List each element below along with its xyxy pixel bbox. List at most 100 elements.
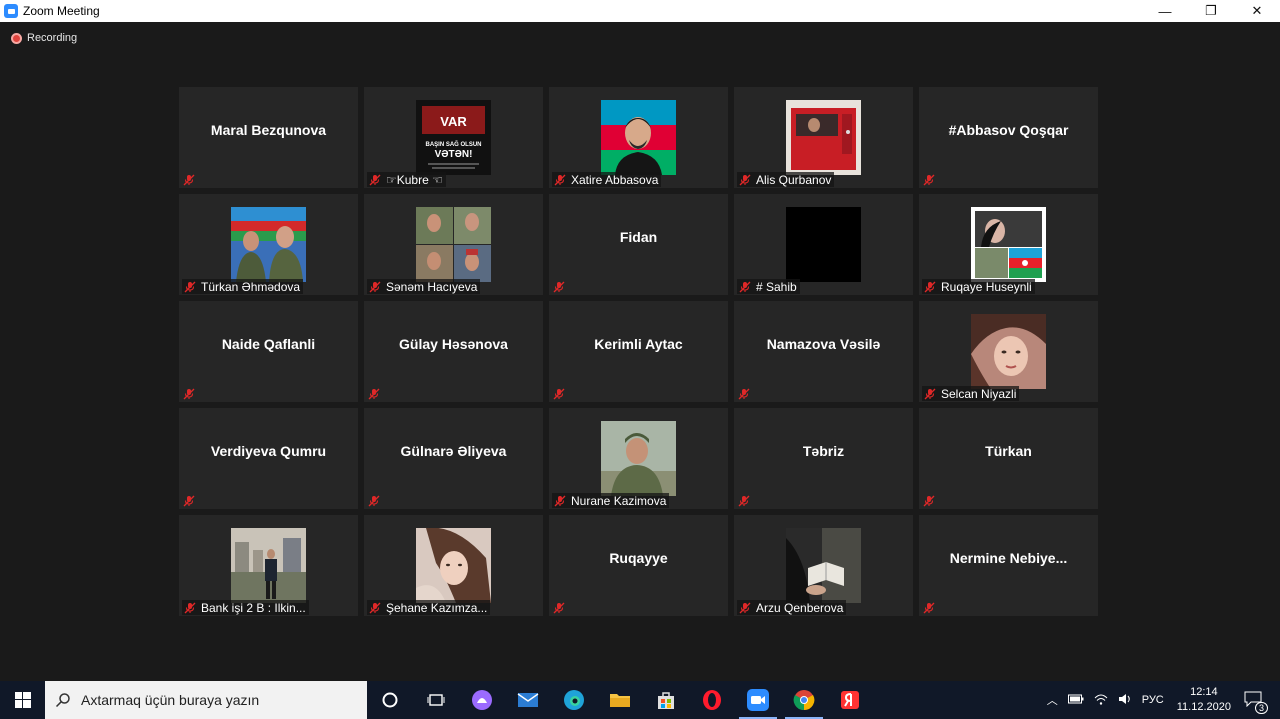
taskbar-app-store[interactable] [643, 681, 689, 719]
participant-tile[interactable]: Alis Qurbanov [734, 87, 913, 188]
portrait-flag-icon [971, 207, 1046, 282]
participant-tile[interactable]: VAR BAŞIN SAĞ OLSUN VƏTƏN! ☞Kubre ☜ [364, 87, 543, 188]
recording-label: Recording [27, 32, 78, 44]
show-hidden-icons-chevron-icon[interactable]: ︿ [1047, 692, 1058, 708]
notification-count-badge: 3 [1254, 701, 1268, 714]
taskbar-app-zoom[interactable] [735, 681, 781, 719]
participant-tile[interactable]: Təbriz [734, 408, 913, 509]
close-button[interactable]: ✕ [1234, 0, 1280, 22]
muted-mic-icon [369, 281, 381, 293]
participant-tile[interactable]: Nermine Nebiye... [919, 515, 1098, 616]
taskbar-app-explorer[interactable] [597, 681, 643, 719]
man-city-icon [231, 528, 306, 603]
recording-indicator[interactable]: Recording [11, 32, 77, 44]
search-placeholder: Axtarmaq üçün buraya yazın [81, 692, 260, 708]
window-controls: — ❐ ✕ [1142, 0, 1280, 22]
participant-tile[interactable]: Maral Bezqunova [179, 87, 358, 188]
opera-browser-icon [703, 690, 721, 710]
chrome-browser-icon [793, 690, 815, 711]
participant-name: Kerimli Aytac [594, 335, 683, 352]
participant-tile[interactable]: Ruqayye [549, 515, 728, 616]
taskbar-app-chrome[interactable] [781, 681, 827, 719]
task-view-button[interactable] [413, 681, 459, 719]
volume-icon[interactable] [1118, 693, 1132, 708]
muted-mic-icon [923, 601, 935, 614]
soldier-portrait-icon [601, 421, 676, 496]
black-video-icon [786, 207, 861, 282]
red-car-icon [786, 100, 861, 175]
poster-icon: VAR BAŞIN SAĞ OLSUN VƏTƏN! [416, 100, 491, 175]
participant-tile[interactable]: Naide Qaflanli [179, 301, 358, 402]
participant-tile[interactable]: Namazova Vəsilə [734, 301, 913, 402]
muted-mic-icon [553, 280, 565, 293]
participant-label: Xatire Abbasova [552, 172, 662, 187]
taskbar-search-box[interactable]: Axtarmaq üçün buraya yazın [45, 681, 367, 719]
cortana-button[interactable] [367, 681, 413, 719]
participant-tile[interactable]: Gülnarə Əliyeva [364, 408, 543, 509]
taskbar-app-opera[interactable] [689, 681, 735, 719]
yandex-browser-icon [841, 691, 859, 709]
windows-taskbar: Axtarmaq üçün buraya yazın ︿ РУС 12:14 1… [0, 681, 1280, 719]
minimize-button[interactable]: — [1142, 0, 1188, 22]
participant-tile[interactable]: Türkan [919, 408, 1098, 509]
participant-label: Nurane Kazimova [552, 493, 670, 508]
muted-mic-icon [369, 174, 381, 186]
search-icon [55, 693, 70, 708]
input-language[interactable]: РУС [1142, 694, 1164, 706]
participant-tile[interactable]: #Abbasov Qoşqar [919, 87, 1098, 188]
window-title: Zoom Meeting [23, 4, 100, 18]
muted-mic-icon [368, 494, 380, 507]
taskbar-app-yandex[interactable] [827, 681, 873, 719]
participant-tile[interactable]: Arzu Qenberova [734, 515, 913, 616]
participant-tile[interactable]: Xatire Abbasova [549, 87, 728, 188]
participant-name: Selcan Niyazli [941, 386, 1017, 401]
window-titlebar: Zoom Meeting — ❐ ✕ [0, 0, 1280, 22]
participant-tile[interactable]: Nurane Kazimova [549, 408, 728, 509]
battery-icon[interactable] [1067, 694, 1084, 707]
muted-mic-icon [553, 387, 565, 400]
participant-tile[interactable]: Fidan [549, 194, 728, 295]
participant-tile[interactable]: Türkan Əhmədova [179, 194, 358, 295]
participant-tile[interactable]: Ruqaye Huseynli [919, 194, 1098, 295]
participant-tile[interactable]: # Sahib [734, 194, 913, 295]
participant-tile[interactable]: Kerimli Aytac [549, 301, 728, 402]
participant-name: Naide Qaflanli [221, 335, 316, 352]
restore-button[interactable]: ❐ [1188, 0, 1234, 22]
cortana-circle-icon [382, 692, 398, 708]
action-center-icon[interactable]: 3 [1244, 691, 1268, 714]
soldiers-collage-icon [416, 207, 491, 282]
girl-portrait-icon [971, 314, 1046, 389]
muted-mic-icon [184, 602, 196, 614]
muted-mic-icon [369, 602, 381, 614]
participant-label: Selcan Niyazli [922, 386, 1020, 401]
participant-gallery: Maral Bezqunova VAR BAŞIN SAĞ OLSUN VƏTƏN! ☞… [179, 87, 1102, 616]
start-button[interactable] [0, 681, 45, 719]
muted-mic-icon [739, 281, 751, 293]
soldiers-icon [231, 207, 306, 282]
participant-name: Türkan Əhmədova [201, 279, 301, 294]
muted-mic-icon [924, 281, 936, 293]
folder-icon [610, 694, 630, 707]
taskbar-app-mail[interactable] [505, 681, 551, 719]
participant-label: Ruqaye Huseynli [922, 279, 1035, 294]
participant-name: Ruqayye [609, 549, 668, 566]
taskbar-app-assistant[interactable] [459, 681, 505, 719]
person-flag-icon [601, 100, 676, 175]
wifi-icon[interactable] [1094, 693, 1108, 708]
participant-name: ☞Kubre ☜ [386, 172, 443, 187]
participant-tile[interactable]: Gülay Həsənova [364, 301, 543, 402]
participant-tile[interactable]: Selcan Niyazli [919, 301, 1098, 402]
taskbar-app-edge[interactable] [551, 681, 597, 719]
muted-mic-icon [924, 388, 936, 400]
participant-label: # Sahib [737, 279, 800, 294]
muted-mic-icon [554, 495, 566, 507]
muted-mic-icon [738, 494, 750, 507]
muted-mic-icon [739, 174, 751, 186]
participant-name: Bank işi 2 B : Ilkin... [201, 600, 306, 615]
participant-tile[interactable]: Sənəm Hacıyeva [364, 194, 543, 295]
participant-tile[interactable]: Bank işi 2 B : Ilkin... [179, 515, 358, 616]
participant-tile[interactable]: Şehane Kazımza... [364, 515, 543, 616]
participant-tile[interactable]: Verdiyeva Qumru [179, 408, 358, 509]
muted-mic-icon [183, 387, 195, 400]
clock[interactable]: 12:14 11.12.2020 [1177, 685, 1231, 715]
